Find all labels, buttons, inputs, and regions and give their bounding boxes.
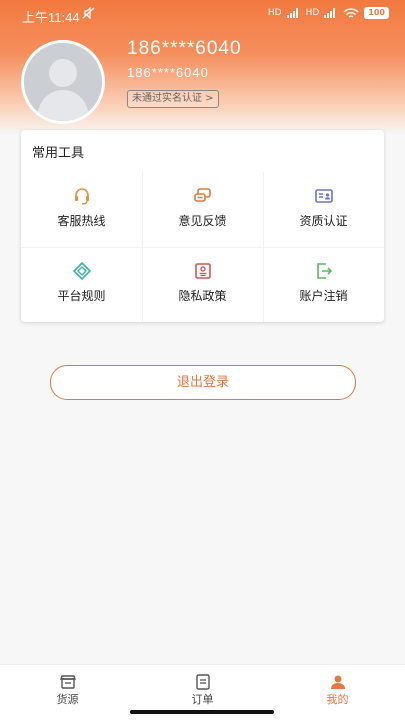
tool-label: 客服热线 [57,214,106,228]
mute-icon [82,6,96,22]
tool-platform-rules[interactable]: 平台规则 [21,247,142,322]
default-avatar-icon[interactable] [21,40,105,124]
order-icon [195,674,210,690]
signal-hd-label-2: HD [305,8,320,18]
user-name: 186****6040 [127,38,242,59]
tab-mine[interactable]: 我的 [270,665,405,721]
status-time: 上午11:44 [22,10,80,25]
store-icon [59,675,76,689]
id-card-icon [314,189,333,203]
tab-label: 货源 [56,693,79,706]
tools-grid: 客服热线 意见反馈 资质认证 平台规则 隐私政策 账户注销 [21,172,384,322]
tool-account-cancel[interactable]: 账户注销 [263,247,384,322]
tool-feedback[interactable]: 意见反馈 [142,172,263,247]
tool-label: 资质认证 [299,214,348,228]
tool-label: 隐私政策 [178,289,227,303]
chat-bubbles-icon [193,188,211,202]
tab-label: 我的 [326,693,349,706]
profile-header: 上午11:44 HD HD 100 186****6040 186****604… [0,0,405,135]
headset-icon [74,188,89,205]
logout-button[interactable]: 退出登录 [50,365,356,400]
tool-qualification[interactable]: 资质认证 [263,172,384,247]
tool-privacy-policy[interactable]: 隐私政策 [142,247,263,322]
home-indicator [130,710,274,714]
person-icon [330,675,345,689]
wifi-icon [343,7,359,18]
tool-label: 平台规则 [57,289,106,303]
logout-arrow-icon [316,263,332,279]
signal-icon [286,8,298,18]
common-tools-card: 常用工具 客服热线 意见反馈 资质认证 平台规则 隐私政策 账户注销 [21,130,384,322]
real-name-auth-status[interactable]: 未通过实名认证 > [127,90,219,108]
user-phone: 186****6040 [127,65,209,80]
signal-hd-label: HD [267,8,282,18]
tab-label: 订单 [191,693,214,706]
diamond-icon [72,261,91,281]
tool-label: 意见反馈 [178,214,227,228]
tool-customer-service[interactable]: 客服热线 [21,172,142,247]
tab-goods-source[interactable]: 货源 [0,665,135,721]
battery-icon: 100 [364,7,389,19]
status-bar: 上午11:44 HD HD 100 [0,0,405,30]
tools-title: 常用工具 [32,146,85,161]
status-icons: HD HD 100 [268,7,389,19]
privacy-doc-icon [194,263,211,279]
tool-label: 账户注销 [299,289,348,303]
signal-icon-2 [324,8,336,18]
